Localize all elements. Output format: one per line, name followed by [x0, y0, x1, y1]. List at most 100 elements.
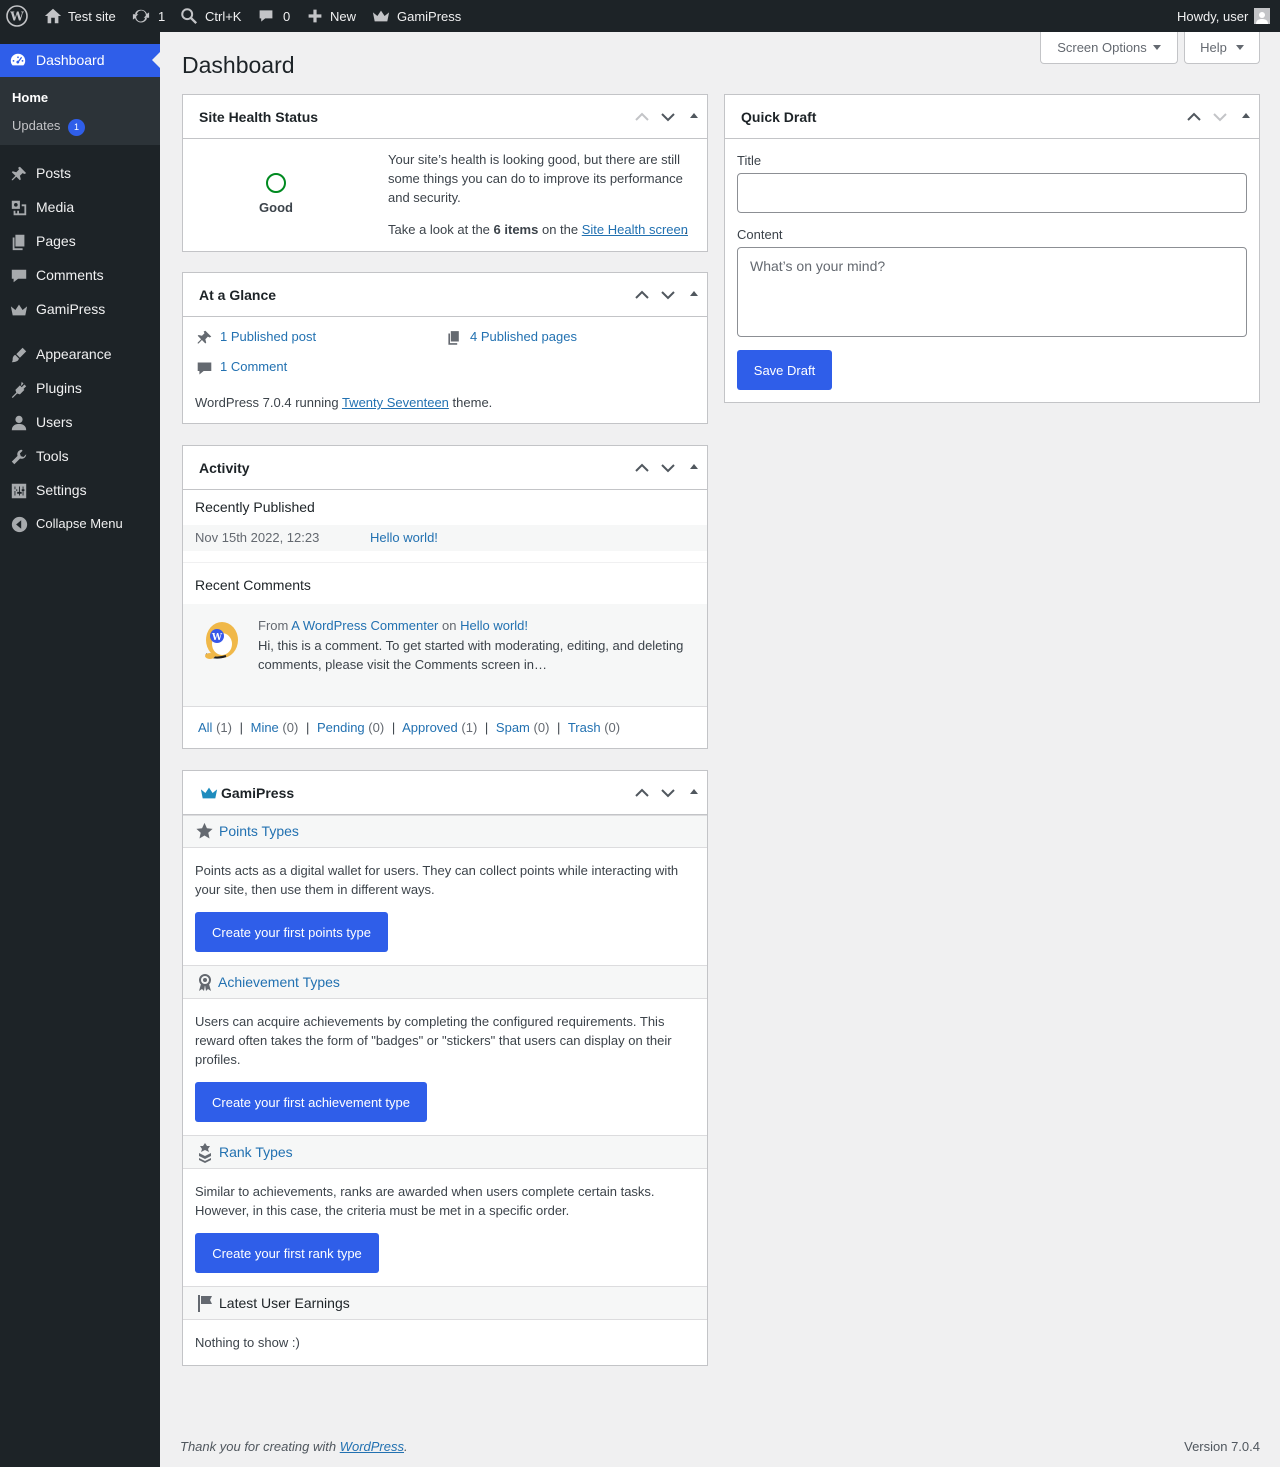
- toggle-panel-icon[interactable]: [1242, 113, 1250, 118]
- published-pages-link[interactable]: 4 Published pages: [470, 329, 577, 344]
- create-points-type-button[interactable]: Create your first points type: [195, 912, 388, 952]
- help-button[interactable]: Help: [1184, 32, 1260, 64]
- sliders-icon: [9, 481, 29, 501]
- widget-header: Activity: [183, 446, 707, 490]
- my-account-link[interactable]: Howdy, user: [1177, 0, 1271, 32]
- toggle-panel-icon[interactable]: [690, 291, 698, 296]
- widget-header: Quick Draft: [725, 95, 1259, 139]
- submenu-item-updates[interactable]: Updates 1: [12, 118, 86, 136]
- filter-count: (1): [461, 720, 478, 735]
- toggle-panel-icon[interactable]: [690, 789, 698, 794]
- sidebar-item-gamipress[interactable]: GamiPress: [0, 293, 160, 327]
- sidebar-item-tools[interactable]: Tools: [0, 440, 160, 474]
- move-down-icon[interactable]: [660, 785, 676, 801]
- create-achievement-type-button[interactable]: Create your first achievement type: [195, 1082, 427, 1122]
- sidebar-item-settings[interactable]: Settings: [0, 474, 160, 508]
- filter-count: (0): [368, 720, 385, 735]
- new-content-link[interactable]: New: [307, 0, 356, 32]
- on-label: on: [442, 618, 457, 633]
- recently-published-heading: Recently Published: [195, 499, 315, 515]
- submenu-item-home[interactable]: Home: [12, 90, 48, 105]
- page-title: Dashboard: [182, 52, 295, 78]
- filter-approved[interactable]: Approved (1): [402, 720, 477, 735]
- draft-title-input[interactable]: [737, 173, 1247, 213]
- move-down-icon[interactable]: [1212, 109, 1228, 125]
- filter-all[interactable]: All (1): [198, 720, 232, 735]
- move-up-icon[interactable]: [1186, 109, 1202, 125]
- move-up-icon[interactable]: [634, 109, 650, 125]
- widget-title: At a Glance: [199, 287, 277, 303]
- filter-label: All: [198, 720, 213, 735]
- points-types-link[interactable]: Points Types: [219, 823, 299, 839]
- comment-icon: [9, 266, 29, 286]
- save-draft-button[interactable]: Save Draft: [737, 350, 832, 390]
- collapse-label: Collapse Menu: [36, 516, 123, 531]
- theme-link[interactable]: Twenty Seventeen: [342, 395, 449, 410]
- move-down-icon[interactable]: [660, 109, 676, 125]
- footer-thanks: Thank you for creating with WordPress.: [180, 1439, 408, 1454]
- sidebar-item-pages[interactable]: Pages: [0, 225, 160, 259]
- sidebar-item-media[interactable]: Media: [0, 191, 160, 225]
- rank-types-link[interactable]: Rank Types: [219, 1144, 293, 1160]
- updates-count: 1: [158, 8, 166, 24]
- comment-post-link[interactable]: Hello world!: [460, 618, 528, 633]
- new-label: New: [330, 8, 357, 24]
- achievement-types-link[interactable]: Achievement Types: [218, 974, 340, 990]
- sidebar-item-label: Dashboard: [36, 52, 105, 68]
- draft-content-textarea[interactable]: What’s on your mind?: [737, 247, 1247, 337]
- sidebar-item-plugins[interactable]: Plugins: [0, 372, 160, 406]
- site-health-screen-link[interactable]: Site Health screen: [582, 222, 688, 237]
- filter-pending[interactable]: Pending (0): [317, 720, 384, 735]
- move-up-icon[interactable]: [634, 287, 650, 303]
- filter-trash[interactable]: Trash (0): [568, 720, 620, 735]
- comments-count-link[interactable]: 1 Comment: [220, 359, 287, 374]
- comments-link[interactable]: 0: [258, 0, 290, 32]
- filter-label: Spam: [495, 720, 530, 735]
- sidebar-item-appearance[interactable]: Appearance: [0, 338, 160, 372]
- move-up-icon[interactable]: [634, 460, 650, 476]
- screen-options-button[interactable]: Screen Options: [1040, 32, 1178, 64]
- site-name-link[interactable]: Test site: [44, 0, 116, 32]
- updates-link[interactable]: 1: [132, 0, 165, 32]
- screen-options-label: Screen Options: [1057, 40, 1147, 55]
- toggle-panel-icon[interactable]: [690, 113, 698, 118]
- wp-version-suffix: theme.: [452, 395, 493, 410]
- pin-icon: [9, 164, 29, 184]
- comment-excerpt: Hi, this is a comment. To get started wi…: [258, 638, 684, 672]
- command-palette-link[interactable]: Ctrl+K: [180, 0, 241, 32]
- move-down-icon[interactable]: [660, 287, 676, 303]
- post-date: Nov 15th 2022, 12:23: [195, 530, 320, 545]
- plus-icon: [307, 8, 323, 24]
- separator: |: [484, 720, 489, 735]
- collapse-menu-button[interactable]: Collapse Menu: [0, 507, 160, 541]
- published-post-link[interactable]: Hello world!: [370, 530, 438, 545]
- award-icon: [197, 974, 213, 995]
- sidebar-item-label: Appearance: [36, 346, 112, 362]
- achievement-types-header: Achievement Types: [183, 965, 707, 999]
- separator: |: [305, 720, 310, 735]
- caret-down-icon: [1235, 45, 1244, 50]
- thanks-suffix: .: [404, 1439, 408, 1454]
- sidebar-item-users[interactable]: Users: [0, 406, 160, 440]
- filter-count: (1): [216, 720, 232, 735]
- published-posts-link[interactable]: 1 Published post: [220, 329, 316, 344]
- dashboard-icon: [9, 51, 27, 69]
- filter-mine[interactable]: Mine (0): [251, 720, 299, 735]
- filter-spam[interactable]: Spam (0): [496, 720, 549, 735]
- sidebar-item-comments[interactable]: Comments: [0, 259, 160, 293]
- wordpress-link[interactable]: WordPress: [340, 1439, 404, 1454]
- footer-version: Version 7.0.4: [1184, 1439, 1260, 1454]
- health-description: Your site’s health is looking good, but …: [388, 152, 683, 205]
- toggle-panel-icon[interactable]: [690, 464, 698, 469]
- sidebar-item-dashboard[interactable]: Dashboard: [0, 44, 160, 77]
- sidebar-item-posts[interactable]: Posts: [0, 157, 160, 191]
- draft-content-label: Content: [737, 227, 783, 242]
- svg-text:W: W: [211, 633, 223, 643]
- wordpress-logo-icon[interactable]: W: [6, 0, 30, 32]
- flag-icon: [197, 1295, 213, 1315]
- gamipress-adminbar-link[interactable]: GamiPress: [372, 0, 461, 32]
- move-down-icon[interactable]: [660, 460, 676, 476]
- comment-author-link[interactable]: A WordPress Commenter: [291, 618, 438, 633]
- move-up-icon[interactable]: [634, 785, 650, 801]
- create-rank-type-button[interactable]: Create your first rank type: [195, 1233, 379, 1273]
